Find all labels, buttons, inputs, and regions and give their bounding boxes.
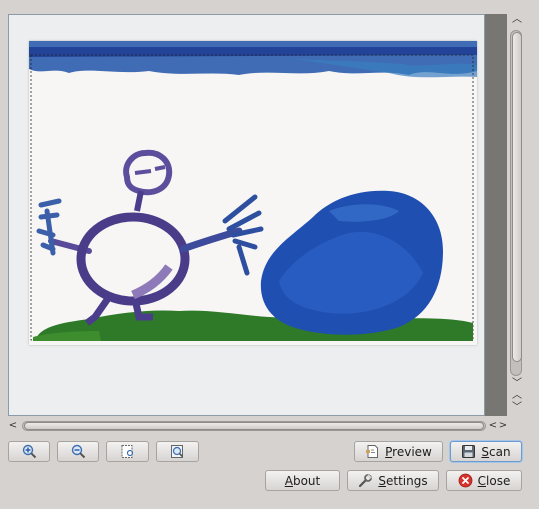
zoom-in-button[interactable] <box>8 441 50 462</box>
vertical-scroll-thumb[interactable] <box>512 32 522 362</box>
settings-button-label: Settings <box>378 473 428 488</box>
close-button[interactable]: Close <box>446 470 522 491</box>
horizontal-scroll-thumb[interactable] <box>24 422 484 430</box>
close-button-label: Close <box>477 473 511 488</box>
scanned-drawing <box>29 41 477 341</box>
preview-document-icon <box>365 444 380 459</box>
zoom-out-icon <box>71 444 86 459</box>
zoom-in-icon <box>22 444 37 459</box>
scroll-right-icon[interactable]: > <box>498 420 508 432</box>
about-button-label: About <box>284 473 321 488</box>
save-icon <box>461 444 476 459</box>
zoom-fit-icon <box>170 444 185 459</box>
preview-background-strip <box>485 14 507 416</box>
horizontal-scrollbar[interactable]: < < > <box>8 418 507 436</box>
wrench-icon <box>358 473 373 488</box>
preview-button-label: Preview <box>385 444 432 459</box>
zoom-selection-icon <box>120 444 135 459</box>
zoom-to-selection-button[interactable] <box>106 441 149 462</box>
scroll-left-icon-secondary[interactable]: < <box>488 420 498 432</box>
vertical-scroll-track[interactable] <box>510 30 522 376</box>
scroll-down-icon-secondary[interactable]: ﹀ <box>511 402 523 414</box>
scan-preview-area[interactable] <box>8 14 485 416</box>
scroll-down-icon[interactable]: ﹀ <box>511 378 523 390</box>
zoom-out-button[interactable] <box>57 441 99 462</box>
scroll-up-icon-secondary[interactable]: ︿ <box>511 390 523 402</box>
scroll-left-icon[interactable]: < <box>8 420 18 432</box>
vertical-scrollbar[interactable]: ︿ ﹀ ︿ ﹀ <box>508 14 526 416</box>
scanned-image <box>29 41 477 345</box>
scroll-up-icon[interactable]: ︿ <box>511 14 523 26</box>
about-button[interactable]: About <box>265 470 340 491</box>
horizontal-scroll-track[interactable] <box>22 421 486 431</box>
scan-button[interactable]: Scan <box>450 441 522 462</box>
close-icon <box>458 473 473 488</box>
zoom-fit-button[interactable] <box>156 441 199 462</box>
scan-button-label: Scan <box>481 444 511 459</box>
preview-button[interactable]: Preview <box>354 441 443 462</box>
settings-button[interactable]: Settings <box>347 470 439 491</box>
